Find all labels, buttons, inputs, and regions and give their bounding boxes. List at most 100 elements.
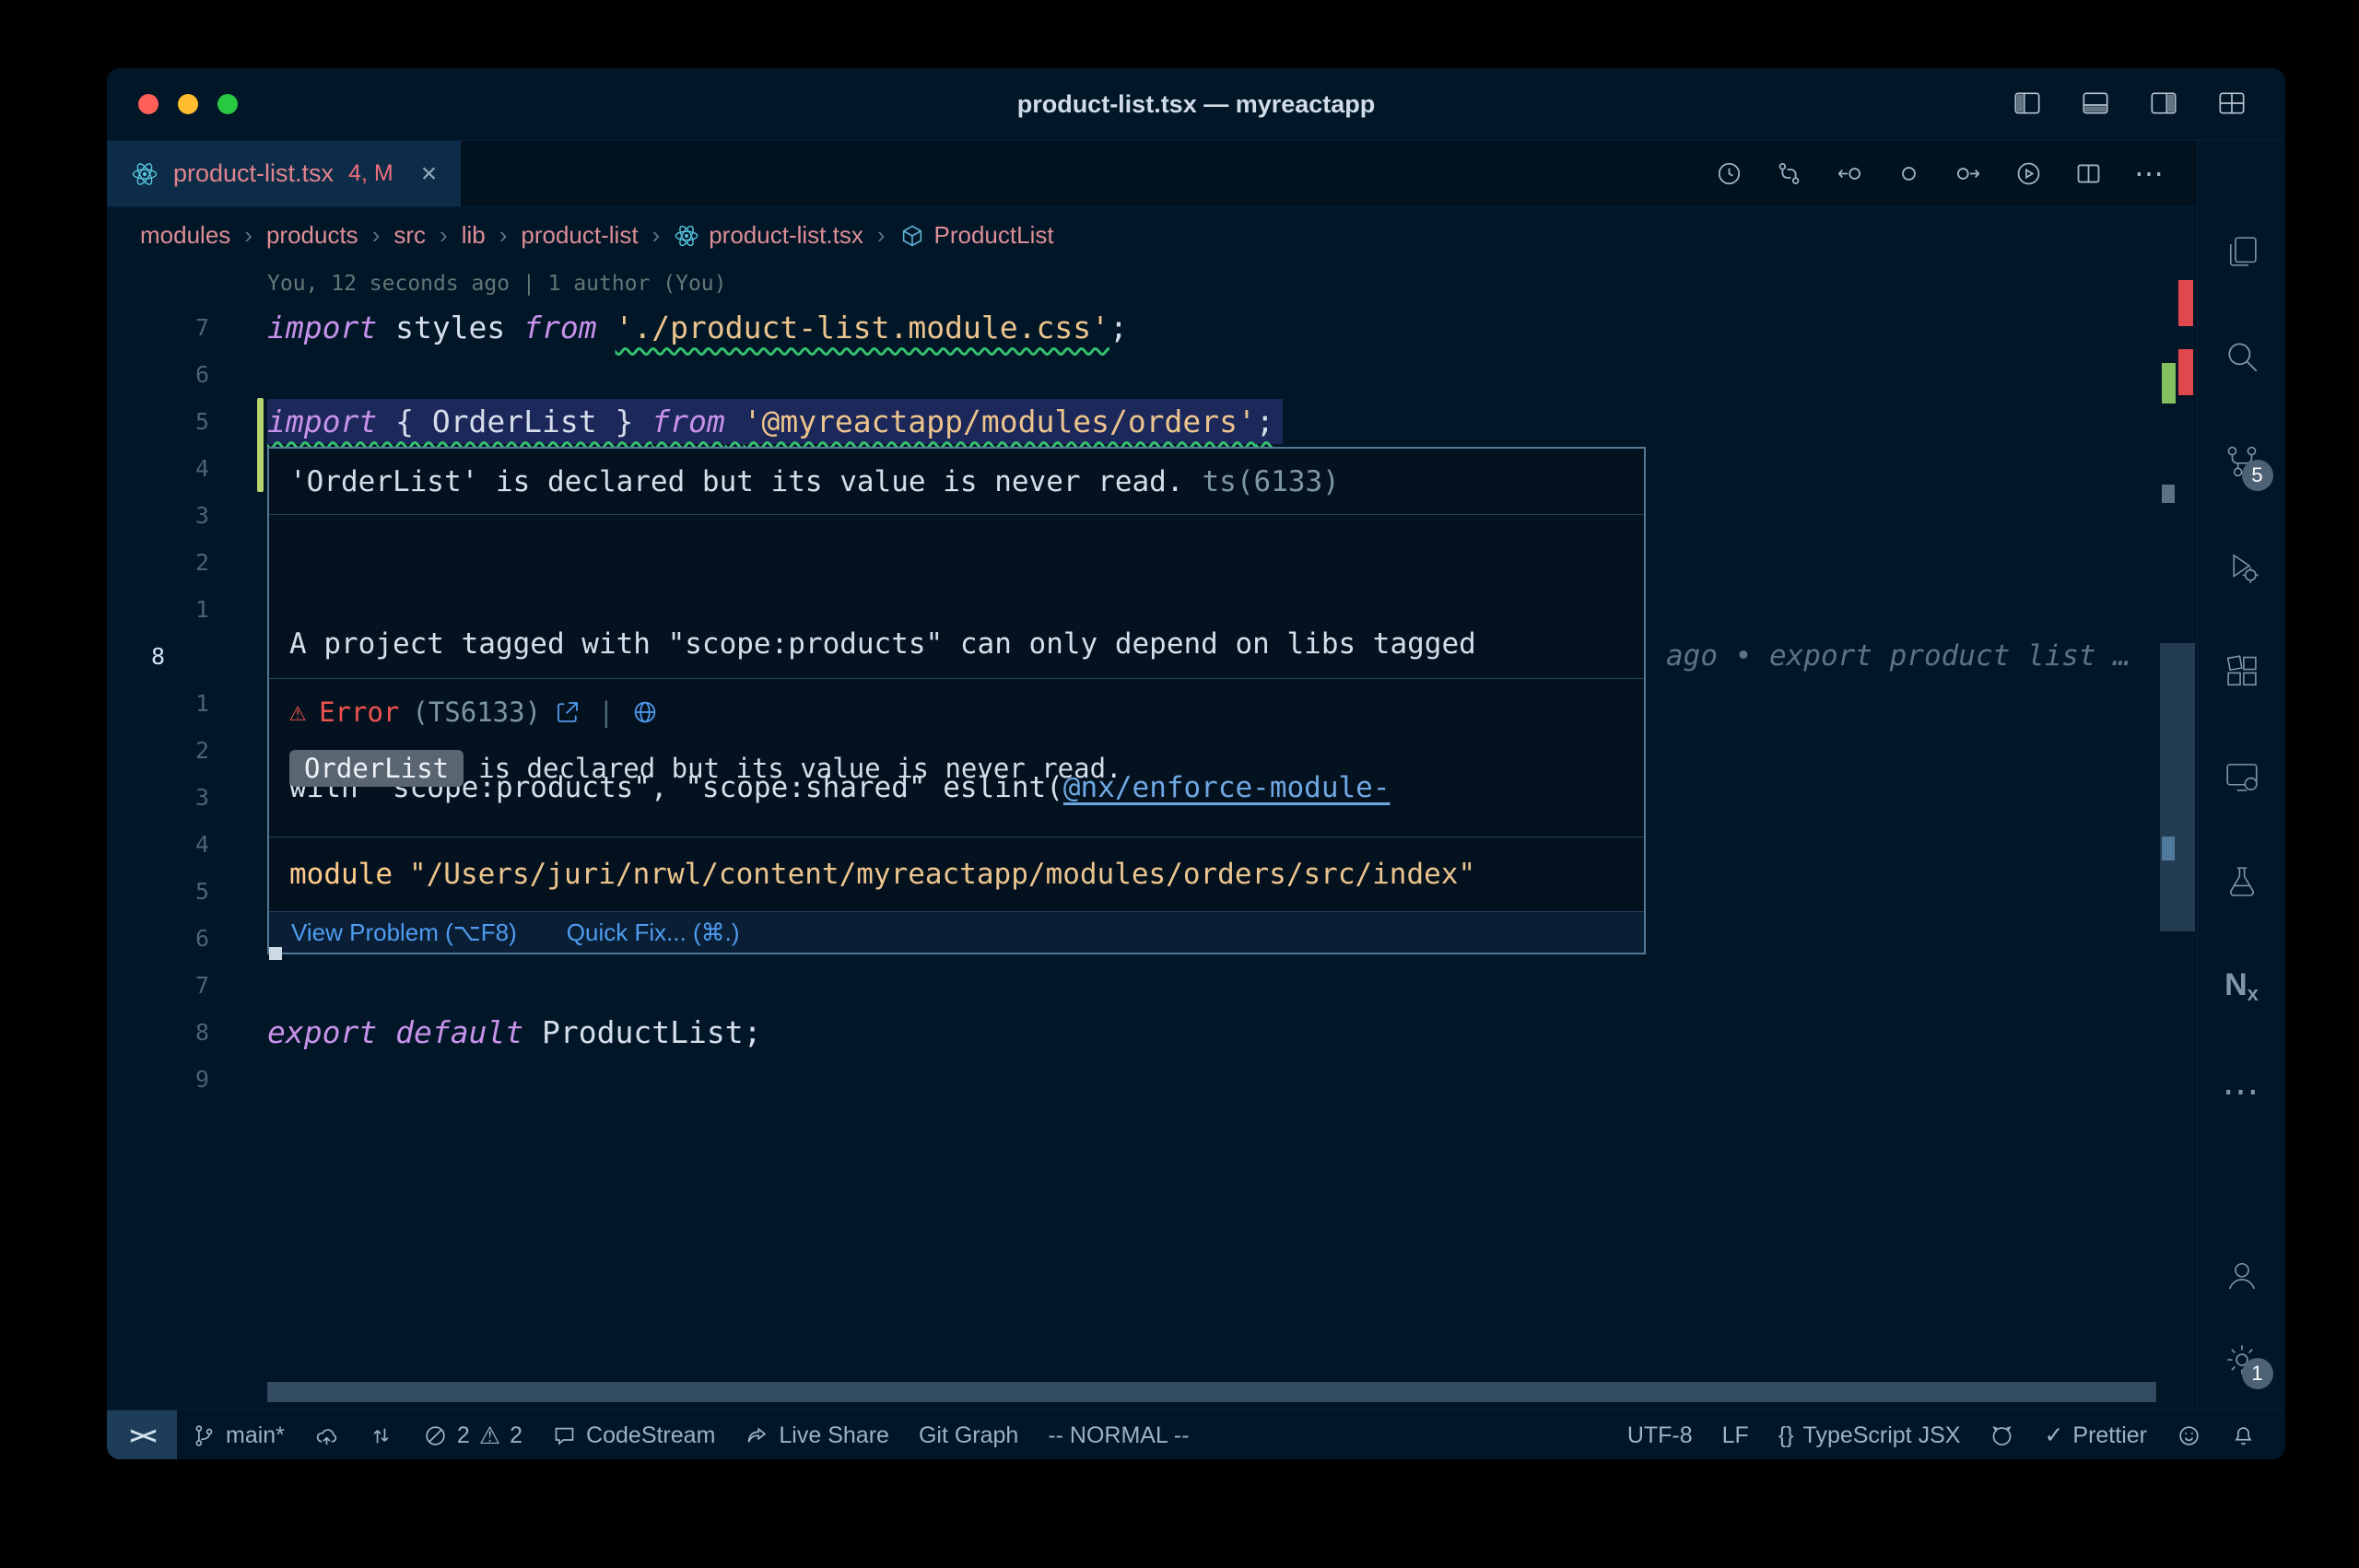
line-number[interactable]: 7 — [107, 962, 267, 1009]
errors-icon — [423, 1423, 448, 1448]
git-branch-item[interactable]: main* — [177, 1410, 299, 1459]
compare-refs-item[interactable] — [354, 1410, 408, 1459]
tab-label: product-list.tsx — [173, 159, 334, 188]
open-external-icon[interactable] — [554, 698, 581, 726]
line-number[interactable]: 1 — [107, 680, 267, 727]
code-editor[interactable]: You, 12 seconds ago | 1 author (You) 7 i… — [107, 263, 2197, 1410]
timeline-icon[interactable] — [1715, 159, 1743, 188]
line-number[interactable]: 6 — [107, 351, 267, 398]
cloud-upload-icon — [314, 1423, 339, 1448]
breadcrumb-item-file[interactable]: product-list.tsx — [674, 221, 863, 250]
warnings-icon: ⚠ — [479, 1422, 500, 1450]
customize-layout-icon[interactable] — [2215, 88, 2248, 118]
git-compare-icon[interactable] — [1775, 159, 1803, 188]
breadcrumb-separator: › — [499, 221, 508, 250]
minimize-window-button[interactable] — [178, 94, 198, 114]
explorer-icon[interactable] — [2220, 229, 2264, 274]
vscode-window: product-list.tsx — myreactapp — [107, 68, 2285, 1459]
close-window-button[interactable] — [138, 94, 158, 114]
line-number[interactable]: 5 — [107, 398, 267, 445]
previous-change-icon[interactable] — [1835, 159, 1863, 188]
nx-console-icon[interactable]: Nx — [2220, 965, 2264, 1009]
tab-product-list[interactable]: product-list.tsx 4, M × — [107, 141, 461, 206]
horizontal-scrollbar[interactable] — [267, 1382, 2156, 1402]
tab-bar: product-list.tsx 4, M × — [107, 141, 2197, 207]
remote-indicator[interactable]: >< — [107, 1410, 177, 1459]
code-line[interactable]: 9 — [107, 1056, 2197, 1103]
more-views-icon[interactable]: ⋯ — [2220, 1070, 2264, 1114]
toggle-secondary-sidebar-icon[interactable] — [2147, 88, 2180, 118]
vim-mode-indicator[interactable]: -- NORMAL -- — [1033, 1410, 1203, 1459]
search-icon[interactable] — [2220, 334, 2264, 379]
split-editor-icon[interactable] — [2074, 159, 2103, 188]
breadcrumb-item-lib[interactable]: lib — [462, 221, 486, 250]
accounts-icon[interactable] — [2220, 1253, 2264, 1297]
toggle-sidebar-icon[interactable] — [2011, 88, 2044, 118]
remote-explorer-icon[interactable] — [2220, 755, 2264, 799]
line-number[interactable]: 1 — [107, 586, 267, 633]
current-line-number[interactable]: 8 — [107, 633, 267, 680]
testing-icon[interactable] — [2220, 860, 2264, 904]
language-mode-item[interactable]: {} TypeScript JSX — [1764, 1410, 1976, 1459]
breadcrumb-item-products[interactable]: products — [266, 221, 358, 250]
zoom-window-button[interactable] — [217, 94, 238, 114]
close-tab-icon[interactable]: × — [421, 158, 438, 190]
encoding-item[interactable]: UTF-8 — [1613, 1410, 1708, 1459]
git-graph-item[interactable]: Git Graph — [904, 1410, 1033, 1459]
line-number[interactable]: 4 — [107, 445, 267, 492]
extensions-icon[interactable] — [2220, 649, 2264, 694]
line-number[interactable]: 3 — [107, 492, 267, 539]
view-problem-link[interactable]: View Problem (⌥F8) — [291, 919, 517, 947]
changes-icon[interactable] — [1895, 159, 1923, 188]
run-file-icon[interactable] — [2014, 159, 2043, 188]
code-line[interactable]: 6 — [107, 351, 2197, 398]
line-number[interactable]: 5 — [107, 868, 267, 915]
line-number[interactable]: 2 — [107, 727, 267, 774]
settings-badge: 1 — [2242, 1358, 2273, 1389]
breadcrumb-separator: › — [440, 221, 448, 250]
feedback-item[interactable] — [2162, 1410, 2216, 1459]
code-line[interactable]: 7 import styles from './product-list.mod… — [107, 304, 2197, 351]
window-title: product-list.tsx — myreactapp — [107, 68, 2285, 140]
breadcrumb-separator: › — [244, 221, 252, 250]
vertical-scrollbar[interactable] — [2160, 643, 2195, 931]
gitlens-codelens[interactable]: You, 12 seconds ago | 1 author (You) — [107, 263, 2197, 304]
next-change-icon[interactable] — [1954, 159, 1983, 188]
inline-blame-annotation: ago • export product list … — [1666, 633, 2130, 680]
title-bar: product-list.tsx — myreactapp — [107, 68, 2285, 141]
settings-gear-icon[interactable]: 1 — [2220, 1338, 2264, 1382]
breadcrumb-separator: › — [652, 221, 661, 250]
diagnostic-source: ts(6133) — [1203, 465, 1340, 498]
breadcrumb-item-modules[interactable]: modules — [140, 221, 230, 250]
line-number[interactable]: 7 — [107, 304, 267, 351]
codestream-item[interactable]: CodeStream — [537, 1410, 730, 1459]
more-actions-icon[interactable]: ⋯ — [2134, 159, 2164, 188]
breadcrumb-separator: › — [877, 221, 886, 250]
prettier-item[interactable]: ✓ Prettier — [2029, 1410, 2162, 1459]
breadcrumb-item-src[interactable]: src — [393, 221, 426, 250]
eol-item[interactable]: LF — [1708, 1410, 1764, 1459]
breadcrumb-item-product-list[interactable]: product-list — [521, 221, 638, 250]
problems-item[interactable]: 2 ⚠ 2 — [408, 1410, 537, 1459]
line-number[interactable]: 3 — [107, 774, 267, 821]
line-number[interactable]: 4 — [107, 821, 267, 868]
line-number[interactable]: 9 — [107, 1056, 267, 1103]
globe-icon[interactable] — [631, 698, 659, 726]
quick-fix-link[interactable]: Quick Fix... (⌘.) — [567, 919, 740, 947]
publish-changes-item[interactable] — [299, 1410, 354, 1459]
code-line-highlighted[interactable]: 5 import { OrderList } from '@myreactapp… — [107, 398, 2197, 445]
line-number[interactable]: 8 — [107, 1009, 267, 1056]
toggle-panel-icon[interactable] — [2079, 88, 2112, 118]
check-icon: ✓ — [2044, 1422, 2063, 1449]
popup-resize-handle[interactable] — [269, 947, 282, 960]
error-triangle-icon: ⚠ — [289, 696, 306, 728]
live-share-item[interactable]: Live Share — [730, 1410, 904, 1459]
notifications-bell-icon[interactable] — [2216, 1410, 2271, 1459]
source-control-icon[interactable]: 5 — [2220, 439, 2264, 484]
run-debug-icon[interactable] — [2220, 544, 2264, 589]
github-item[interactable] — [1975, 1410, 2029, 1459]
line-number[interactable]: 6 — [107, 915, 267, 962]
line-number[interactable]: 2 — [107, 539, 267, 586]
overview-ruler — [2160, 263, 2195, 1410]
breadcrumb-item-symbol[interactable]: ProductList — [899, 221, 1054, 250]
